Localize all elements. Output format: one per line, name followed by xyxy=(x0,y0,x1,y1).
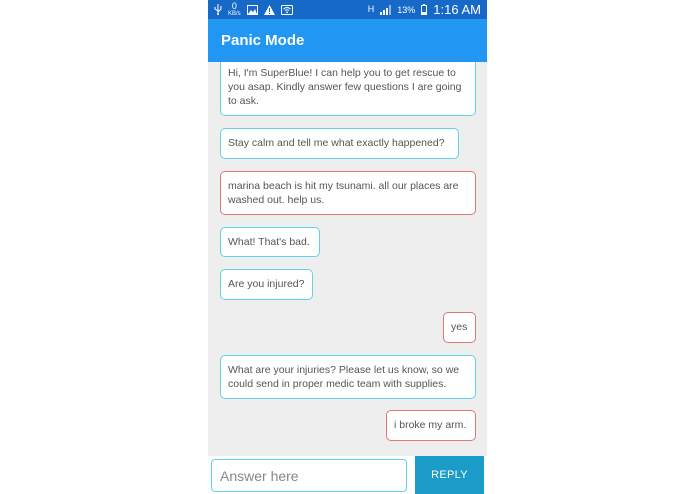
status-left: 0 KB/s xyxy=(214,2,293,17)
chat-list[interactable]: Hi, I'm SuperBlue! I can help you to get… xyxy=(208,62,487,456)
usb-icon xyxy=(214,4,222,15)
reply-bar: REPLY xyxy=(208,456,487,494)
answer-input[interactable] xyxy=(211,459,407,492)
data-speed-unit: KB/s xyxy=(228,11,241,17)
app-toolbar: Panic Mode xyxy=(208,19,487,62)
chat-message-user: i broke my arm. xyxy=(386,410,476,441)
chat-message-bot: Stay calm and tell me what exactly happe… xyxy=(220,128,459,159)
battery-percent: 13% xyxy=(397,4,416,15)
reply-button[interactable]: REPLY xyxy=(415,456,484,494)
network-type-label: H xyxy=(367,4,375,14)
phone-screen: 0 KB/s H 13% 1:16 AM Panic Mode Hi, I'm … xyxy=(208,0,487,494)
image-icon xyxy=(246,4,258,15)
battery-icon xyxy=(421,4,428,15)
chat-message-user: marina beach is hit my tsunami. all our … xyxy=(220,171,476,215)
status-bar: 0 KB/s H 13% 1:16 AM xyxy=(208,0,487,19)
data-speed-value: 0 xyxy=(231,1,237,11)
signal-icon xyxy=(380,4,392,15)
warning-icon xyxy=(263,4,275,15)
chat-message-bot: Are you injured? xyxy=(220,269,313,300)
data-speed-icon: 0 KB/s xyxy=(228,1,241,18)
toolbar-title: Panic Mode xyxy=(221,32,305,49)
chat-message-bot: What! That's bad. xyxy=(220,227,320,257)
wifi-icon xyxy=(280,4,293,15)
chat-message-bot: What are your injuries? Please let us kn… xyxy=(220,355,476,399)
status-time: 1:16 AM xyxy=(433,2,481,17)
status-right: H 13% 1:16 AM xyxy=(368,2,481,17)
chat-message-user: yes xyxy=(443,312,476,343)
chat-message-bot: Hi, I'm SuperBlue! I can help you to get… xyxy=(220,62,476,116)
